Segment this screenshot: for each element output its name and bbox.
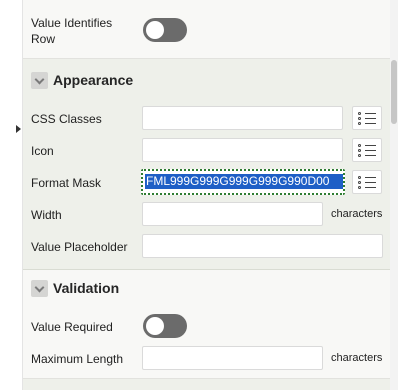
- list-icon: [358, 144, 361, 147]
- value-required-toggle[interactable]: [143, 314, 187, 338]
- css-classes-input[interactable]: [142, 106, 343, 130]
- list-icon: [358, 112, 361, 115]
- maximum-length-label: Maximum Length: [31, 352, 124, 366]
- width-input[interactable]: [142, 202, 323, 226]
- vertical-scrollbar[interactable]: [390, 0, 398, 390]
- format-mask-value[interactable]: FML999G999G999G999G990D00: [145, 174, 343, 189]
- format-mask-input[interactable]: FML999G999G999G999G990D00: [141, 169, 345, 195]
- format-mask-label: Format Mask: [31, 176, 102, 190]
- validation-heading[interactable]: Validation: [53, 279, 119, 297]
- maximum-length-suffix: characters: [331, 352, 383, 364]
- next-section: [23, 379, 390, 390]
- icon-list-button[interactable]: [352, 138, 382, 162]
- value-identifies-row-toggle[interactable]: [143, 18, 187, 42]
- toggle-knob: [146, 21, 164, 39]
- icon-label: Icon: [31, 144, 54, 158]
- value-placeholder-label: Value Placeholder: [31, 240, 128, 254]
- icon-input[interactable]: [142, 138, 343, 162]
- css-classes-label: CSS Classes: [31, 112, 102, 126]
- left-gutter: [0, 0, 23, 390]
- css-classes-list-button[interactable]: [352, 106, 382, 130]
- maximum-length-input[interactable]: [142, 346, 323, 370]
- format-mask-list-button[interactable]: [352, 170, 382, 194]
- caret-right-icon[interactable]: [16, 125, 21, 133]
- appearance-heading[interactable]: Appearance: [53, 71, 133, 89]
- list-icon: [358, 176, 361, 179]
- chevron-down-icon[interactable]: [31, 72, 48, 89]
- chevron-down-icon[interactable]: [31, 280, 48, 297]
- value-placeholder-input[interactable]: [142, 234, 383, 258]
- value-identifies-row-label: Value Identifies Row: [31, 16, 113, 46]
- scrollbar-thumb[interactable]: [391, 60, 397, 124]
- width-suffix: characters: [331, 208, 383, 220]
- width-label: Width: [31, 208, 62, 222]
- value-required-label: Value Required: [31, 320, 113, 334]
- toggle-knob: [146, 317, 164, 335]
